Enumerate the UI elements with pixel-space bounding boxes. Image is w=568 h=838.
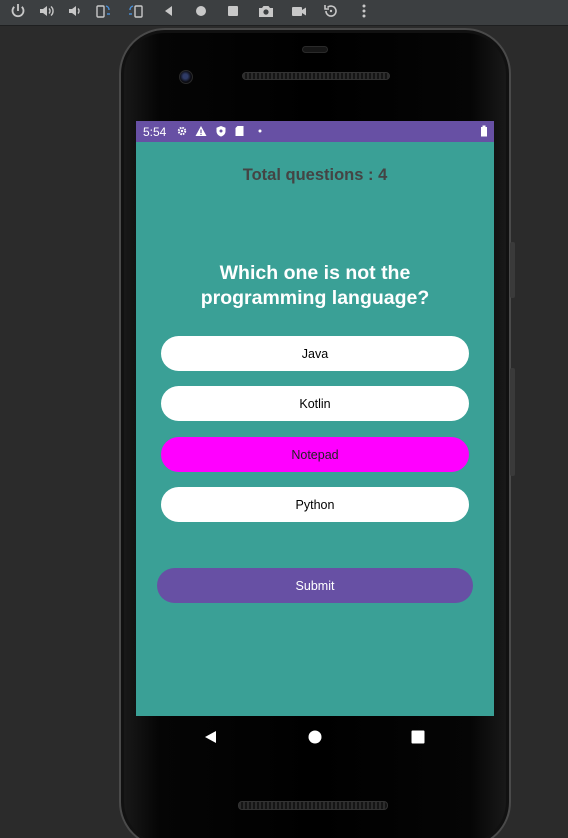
power-side-button[interactable] xyxy=(510,368,515,476)
status-bar: 5:54 xyxy=(136,121,494,142)
power-icon[interactable] xyxy=(7,0,29,22)
rotate-right-icon[interactable] xyxy=(125,0,147,22)
navigation-bar xyxy=(136,716,494,758)
proximity-sensor xyxy=(302,46,328,53)
screenshot-icon[interactable] xyxy=(255,0,277,22)
option-button-notepad[interactable]: Notepad xyxy=(161,437,469,472)
total-questions-label: Total questions : 4 xyxy=(242,166,388,184)
warning-icon xyxy=(195,125,207,137)
home-circle-icon[interactable] xyxy=(307,729,323,745)
back-triangle-icon[interactable] xyxy=(203,729,219,745)
option-button-kotlin[interactable]: Kotlin xyxy=(161,386,469,421)
dot-icon xyxy=(254,125,266,137)
bottom-speaker xyxy=(238,801,388,810)
volume-up-icon[interactable] xyxy=(35,0,57,22)
sd-card-icon xyxy=(234,125,246,137)
recents-square-icon[interactable] xyxy=(410,729,426,745)
shield-icon xyxy=(215,125,227,137)
rotate-left-icon[interactable] xyxy=(92,0,114,22)
earpiece-speaker xyxy=(242,72,390,80)
volume-down-icon[interactable] xyxy=(63,0,85,22)
app-screen: 5:54 Total questions : 4 Which one is no… xyxy=(136,121,494,716)
gear-icon xyxy=(176,125,188,137)
undo-icon[interactable] xyxy=(320,0,342,22)
status-time: 5:54 xyxy=(143,125,167,139)
battery-icon xyxy=(478,125,490,137)
question-text: Which one is not the programming languag… xyxy=(200,262,430,309)
home-icon[interactable] xyxy=(190,0,212,22)
front-camera-icon xyxy=(179,70,193,84)
emulator-toolbar xyxy=(0,0,568,26)
option-button-java[interactable]: Java xyxy=(161,336,469,371)
back-icon[interactable] xyxy=(158,0,180,22)
submit-button[interactable]: Submit xyxy=(157,568,473,603)
record-icon[interactable] xyxy=(288,0,310,22)
more-icon[interactable] xyxy=(353,0,375,22)
overview-icon[interactable] xyxy=(222,0,244,22)
option-button-python[interactable]: Python xyxy=(161,487,469,522)
volume-side-button[interactable] xyxy=(510,242,515,298)
